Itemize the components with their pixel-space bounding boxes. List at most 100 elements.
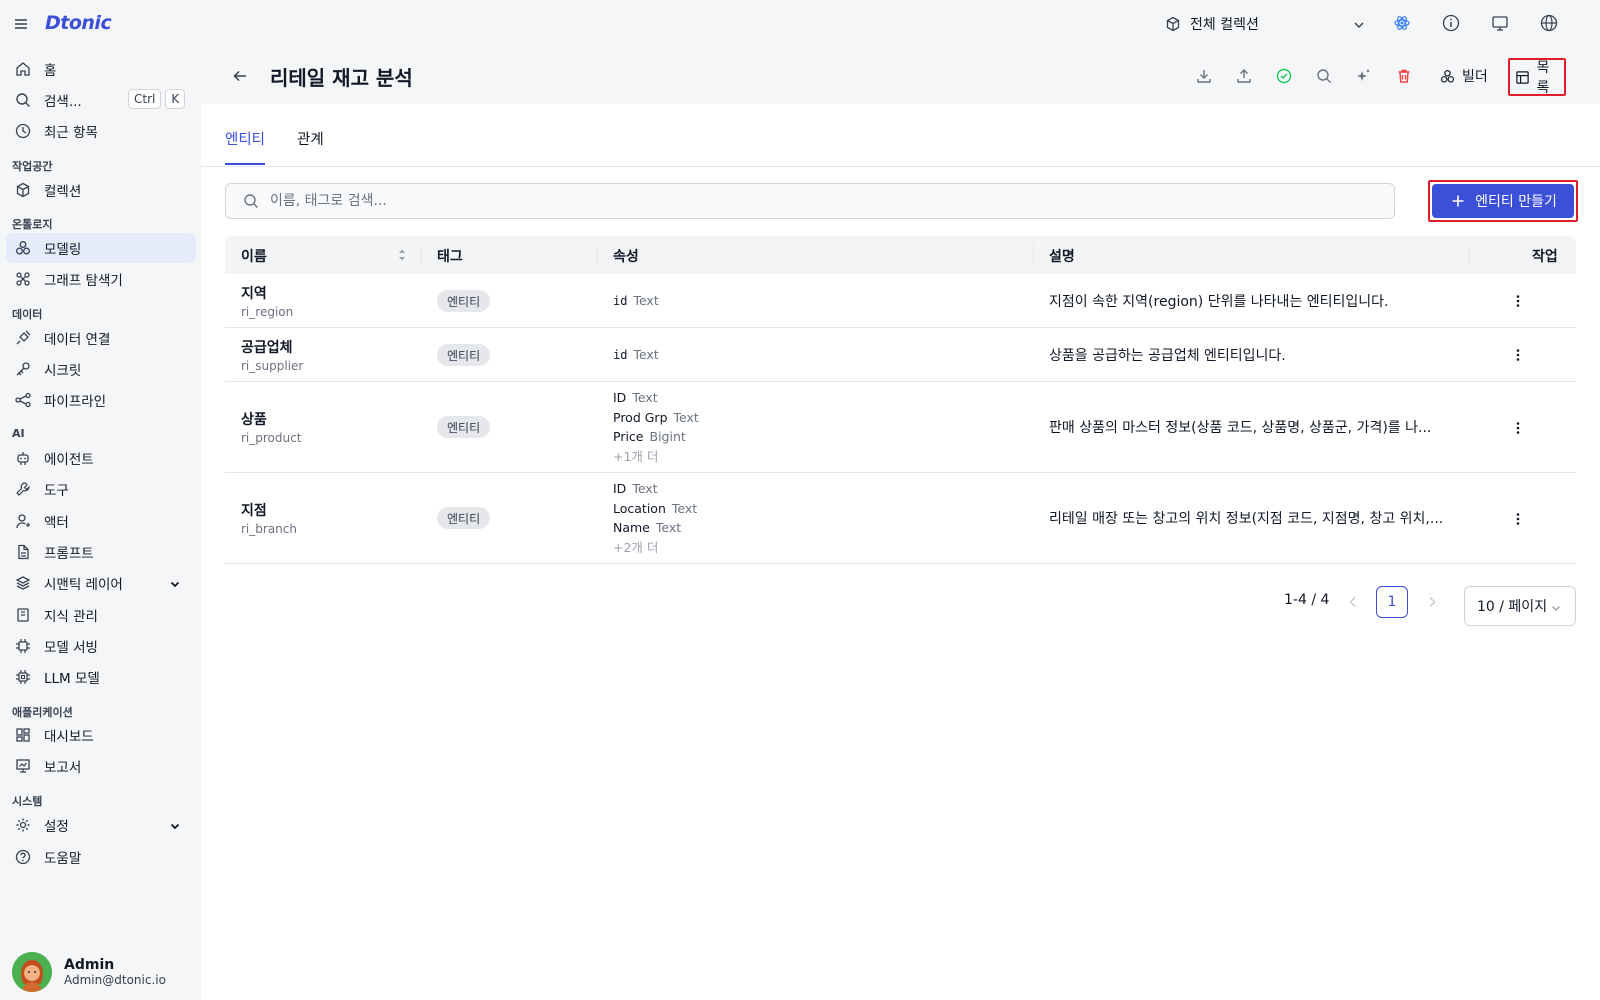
chevron-right-icon[interactable] (1423, 593, 1441, 611)
sidebar-item-modeling[interactable]: 모델링 (6, 233, 196, 263)
entity-description: 판매 상품의 마스터 정보(상품 코드, 상품명, 상품군, 가격)를 나... (1049, 420, 1432, 436)
download-icon[interactable] (1195, 67, 1213, 85)
info-icon[interactable] (1442, 14, 1460, 32)
builder-button[interactable]: 빌더 (1432, 60, 1494, 92)
menu-icon[interactable] (12, 15, 30, 33)
page-size-select[interactable]: 10 / 페이지 (1464, 586, 1576, 626)
trash-icon[interactable] (1395, 67, 1413, 85)
tab-entities[interactable]: 엔티티 (225, 128, 266, 165)
upload-icon[interactable] (1235, 67, 1253, 85)
sparkles-icon[interactable] (1355, 67, 1373, 85)
sidebar-item-dashboard[interactable]: 대시보드 (6, 720, 196, 750)
entity-description: 리테일 매장 또는 창고의 위치 정보(지점 코드, 지점명, 창고 위치,..… (1049, 511, 1444, 527)
sidebar-item-data-connection[interactable]: 데이터 연결 (6, 323, 196, 353)
sidebar-item-collection[interactable]: 컬렉션 (6, 175, 196, 205)
entity-code: ri_region (241, 305, 294, 319)
sidebar-item-recent[interactable]: 최근 항목 (6, 116, 196, 146)
sidebar-item-agent[interactable]: 에이전트 (6, 443, 196, 473)
attribute-name: Name (613, 520, 650, 535)
table-row[interactable]: 공급업체 ri_supplier 엔티티 id Text 상품을 공급하는 공급업… (225, 328, 1576, 382)
table-icon (1514, 68, 1530, 86)
sidebar-item-report[interactable]: 보고서 (6, 751, 196, 781)
collection-select[interactable]: 전체 컬렉션 (1164, 12, 1368, 36)
sidebar-item-secret[interactable]: 시크릿 (6, 354, 196, 384)
attribute-type: Text (673, 409, 699, 425)
sort-icon[interactable] (393, 246, 411, 264)
table-row[interactable]: 지역 ri_region 엔티티 id Text 지점이 속한 지역(region… (225, 274, 1576, 328)
cube-icon (1164, 15, 1182, 33)
entity-search[interactable] (225, 183, 1395, 219)
sidebar-item-prompt[interactable]: 프롬프트 (6, 537, 196, 567)
sidebar-item-model-serving[interactable]: 모델 서빙 (6, 631, 196, 661)
attribute-name: Prod Grp (613, 409, 668, 425)
column-header-description: 설명 (1049, 249, 1075, 265)
atom-icon[interactable] (1393, 14, 1411, 32)
entity-name-cell: 지역 ri_region (241, 283, 293, 319)
sidebar-item-label: 컬렉션 (44, 184, 82, 200)
attribute-name: id (613, 348, 628, 362)
tab-relations[interactable]: 관계 (297, 128, 324, 165)
search-icon[interactable] (1315, 67, 1333, 85)
app-logo[interactable]: Dtonic (45, 12, 112, 34)
more-vertical-icon[interactable] (1509, 510, 1527, 528)
entity-name[interactable]: 지역 (241, 283, 293, 303)
sidebar-item-label: 홈 (44, 63, 57, 79)
sidebar-item-label: 시크릿 (44, 363, 82, 379)
document-icon (14, 543, 32, 561)
more-vertical-icon[interactable] (1509, 292, 1527, 310)
column-header-attributes: 속성 (613, 249, 639, 265)
sidebar-item-tool[interactable]: 도구 (6, 474, 196, 504)
column-separator (1033, 244, 1034, 266)
more-vertical-icon[interactable] (1509, 346, 1527, 364)
monitor-icon[interactable] (1491, 14, 1509, 32)
attribute-type: Text (655, 520, 682, 535)
pagination-range: 1-4 / 4 (1284, 592, 1330, 608)
entity-name[interactable]: 공급업체 (241, 337, 303, 357)
search-icon (14, 91, 32, 109)
entity-name[interactable]: 상품 (241, 409, 301, 429)
main-content: 리테일 재고 분석 빌더 목록 엔티티 관계 이름, 태그로 검색... 엔티티… (201, 48, 1600, 1000)
section-applications: 애플리케이션 (12, 706, 73, 719)
chevron-down-icon (166, 575, 184, 593)
sidebar-item-actor[interactable]: 액터 (6, 506, 196, 536)
attribute-type: Text (671, 500, 698, 516)
sidebar-item-search[interactable]: 검색... Ctrl K (6, 85, 196, 115)
user-profile[interactable]: Admin Admin@dtonic.io (12, 952, 166, 992)
list-button[interactable]: 목록 (1508, 58, 1566, 96)
table-row[interactable]: 상품 ri_product 엔티티 ID Text Prod Grp Text Pr… (225, 382, 1576, 473)
create-entity-button[interactable]: 엔티티 만들기 (1432, 184, 1574, 218)
column-separator (597, 244, 598, 266)
gear-icon (14, 816, 32, 834)
page-title: 리테일 재고 분석 (270, 66, 413, 90)
pagination-page[interactable]: 1 (1376, 586, 1408, 618)
attribute-type: Bigint (649, 429, 686, 444)
page-size-value: 10 / 페이지 (1477, 599, 1548, 615)
attribute-more[interactable]: +2개 더 (613, 538, 697, 558)
sidebar-item-knowledge[interactable]: 지식 관리 (6, 600, 196, 630)
sidebar-item-help[interactable]: 도움말 (6, 842, 196, 872)
attribute-more[interactable]: +1개 더 (613, 447, 699, 467)
avatar (12, 952, 52, 992)
globe-icon[interactable] (1540, 14, 1558, 32)
create-entity-label: 엔티티 만들기 (1475, 194, 1557, 210)
more-vertical-icon[interactable] (1509, 419, 1527, 437)
sidebar-item-pipeline[interactable]: 파이프라인 (6, 385, 196, 415)
sidebar-item-label: 대시보드 (44, 729, 94, 745)
sidebar-item-label: 파이프라인 (44, 394, 107, 410)
sidebar-item-llm-model[interactable]: LLM 모델 (6, 662, 196, 692)
chevron-left-icon[interactable] (1344, 593, 1362, 611)
table-row[interactable]: 지점 ri_branch 엔티티 ID Text Location Text Nam… (225, 473, 1576, 564)
check-circle-icon[interactable] (1275, 67, 1293, 85)
book-icon (14, 606, 32, 624)
sidebar-item-settings[interactable]: 설정 (6, 810, 196, 840)
sidebar-item-semantic-layer[interactable]: 시맨틱 레이어 (6, 568, 196, 598)
search-input[interactable] (270, 193, 1270, 209)
section-system: 시스템 (12, 795, 43, 808)
sidebar-item-home[interactable]: 홈 (6, 54, 196, 84)
entity-name[interactable]: 지점 (241, 500, 297, 520)
entity-name-cell: 상품 ri_product (241, 409, 301, 445)
back-arrow-icon[interactable] (231, 67, 249, 85)
column-header-name[interactable]: 이름 (241, 246, 267, 266)
entity-description: 지점이 속한 지역(region) 단위를 나타내는 엔티티입니다. (1049, 294, 1389, 310)
sidebar-item-graph[interactable]: 그래프 탐색기 (6, 264, 196, 294)
